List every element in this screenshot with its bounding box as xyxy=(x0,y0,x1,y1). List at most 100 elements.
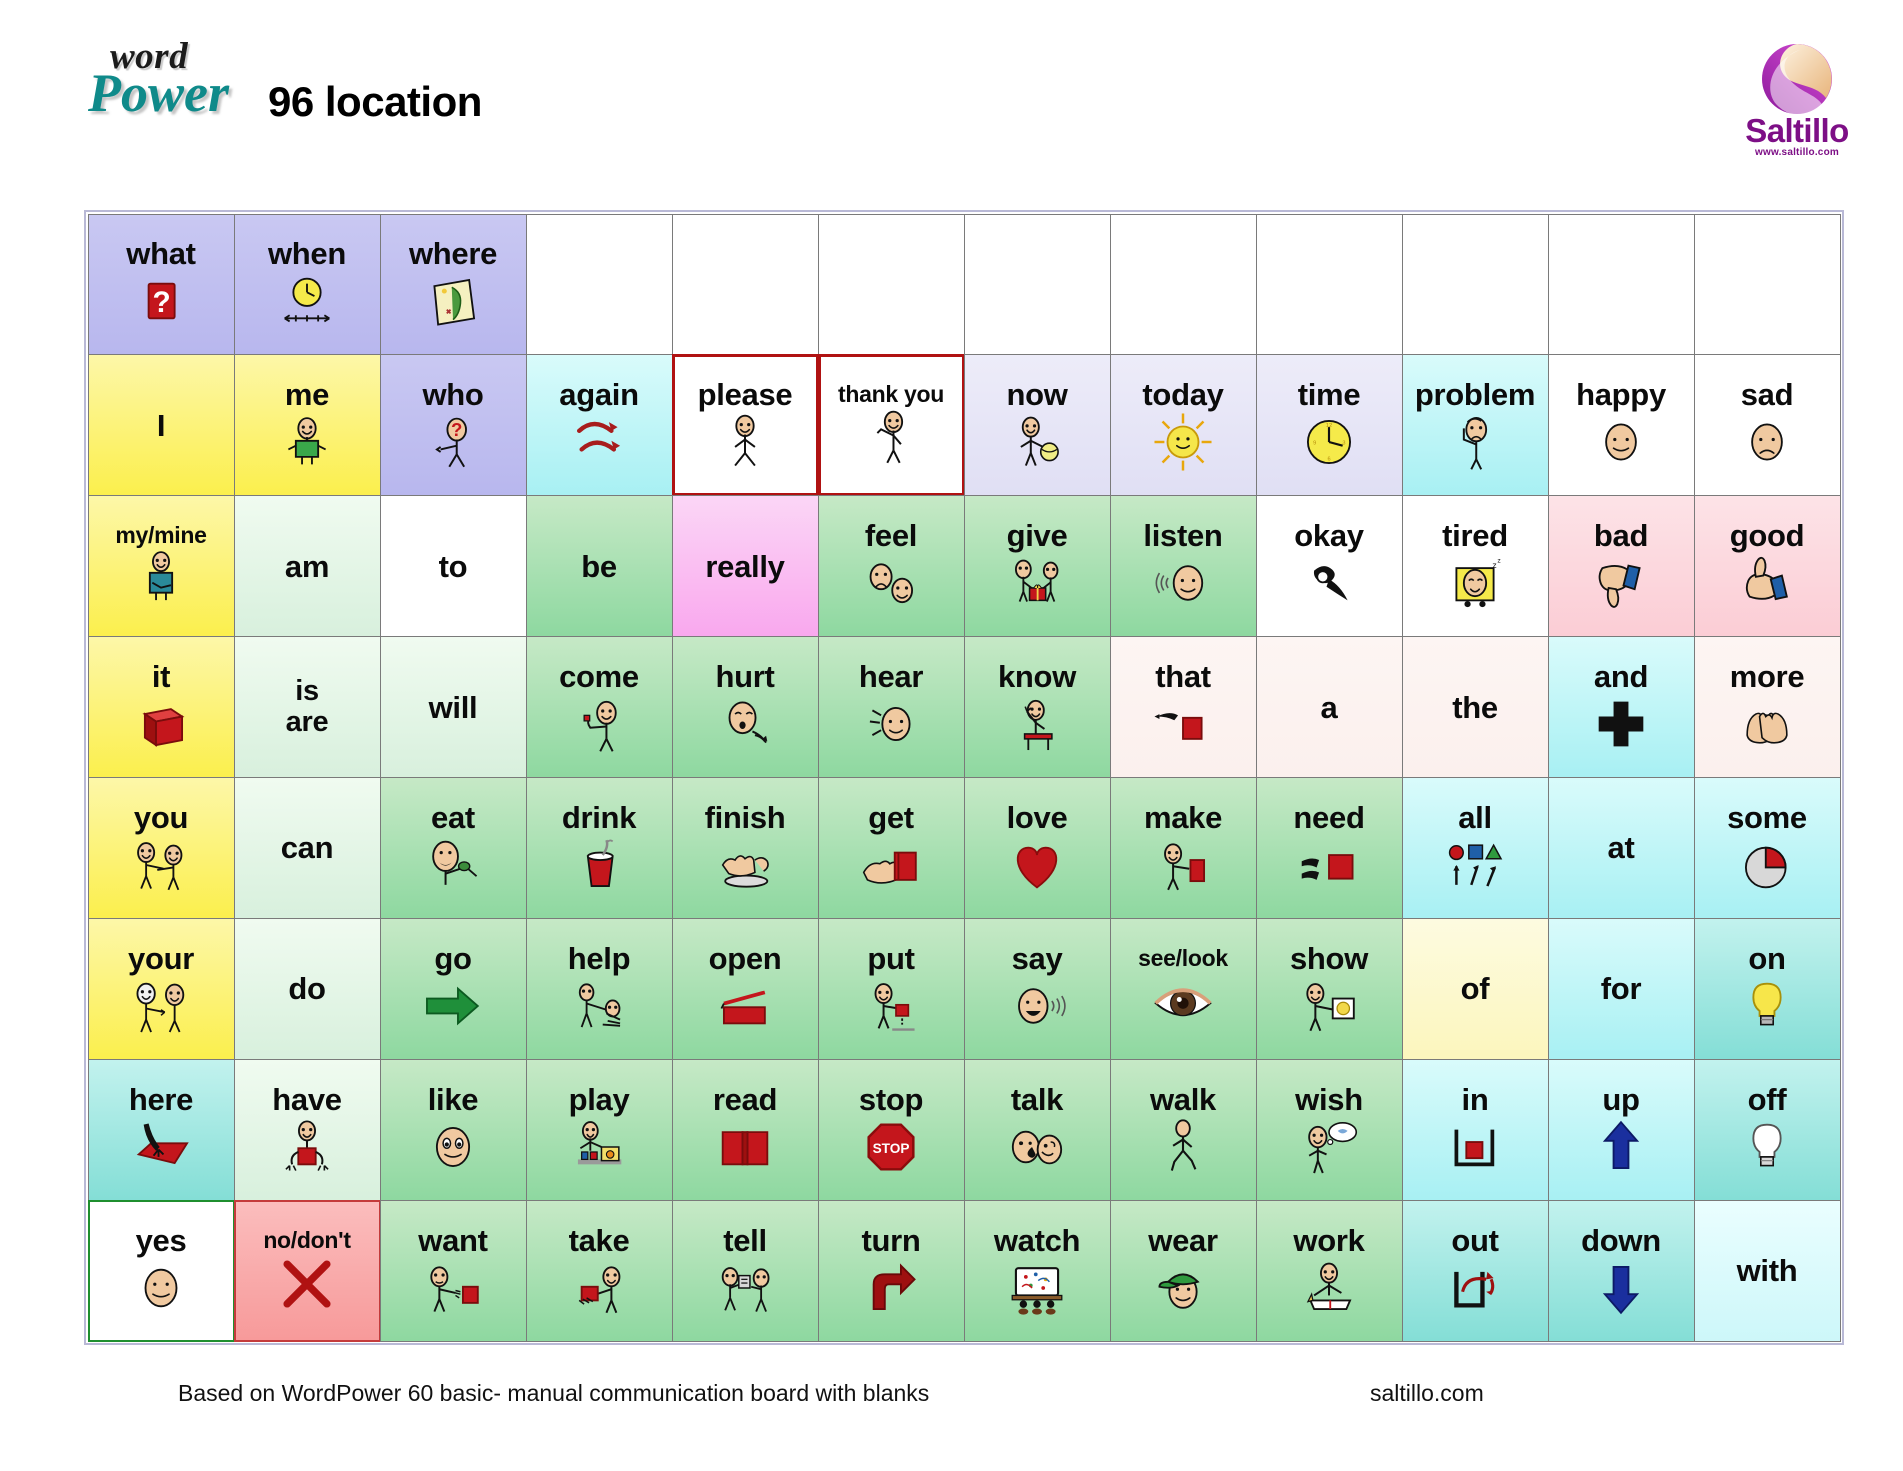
two-faces-talking-icon xyxy=(965,1116,1110,1178)
board-cell-at[interactable]: at xyxy=(1547,777,1695,919)
board-cell-will[interactable]: will xyxy=(379,636,527,778)
board-cell-good[interactable]: good xyxy=(1693,495,1841,638)
board-cell-listen[interactable]: listen xyxy=(1109,495,1257,638)
board-cell-love[interactable]: love xyxy=(963,777,1111,919)
board-cell-time[interactable]: time 12 3 6 9 xyxy=(1255,354,1403,497)
board-cell-with[interactable]: with xyxy=(1693,1199,1841,1342)
board-cell-wear[interactable]: wear xyxy=(1109,1199,1257,1342)
board-cell-open[interactable]: open xyxy=(671,917,819,1060)
board-cell-see-look[interactable]: see/look xyxy=(1109,917,1257,1060)
board-cell-feel[interactable]: feel xyxy=(817,495,965,638)
board-cell-for[interactable]: for xyxy=(1547,917,1695,1060)
board-cell-put[interactable]: put xyxy=(817,917,965,1060)
board-cell-when[interactable]: when xyxy=(233,213,381,356)
board-cell-show[interactable]: show xyxy=(1255,917,1403,1060)
board-cell-like[interactable]: like xyxy=(379,1058,527,1201)
board-cell-sad[interactable]: sad xyxy=(1693,354,1841,497)
board-cell-really[interactable]: really xyxy=(671,495,819,638)
board-cell-blank[interactable] xyxy=(671,213,819,356)
board-cell-tired[interactable]: tired z z xyxy=(1401,495,1549,638)
board-cell-give[interactable]: give xyxy=(963,495,1111,638)
board-cell-come[interactable]: come xyxy=(525,636,673,778)
board-cell-hurt[interactable]: hurt xyxy=(671,636,819,778)
board-cell-more[interactable]: more xyxy=(1693,636,1841,778)
board-cell-label: I xyxy=(156,407,166,443)
board-cell-finish[interactable]: finish xyxy=(671,777,819,919)
board-cell-play[interactable]: play xyxy=(525,1058,673,1201)
board-cell-now[interactable]: now xyxy=(963,354,1111,497)
board-cell-and[interactable]: and xyxy=(1547,636,1695,778)
board-cell-yes[interactable]: yes xyxy=(87,1199,235,1342)
board-cell-know[interactable]: know xyxy=(963,636,1111,778)
board-cell-again[interactable]: again xyxy=(525,354,673,497)
board-cell-read[interactable]: read xyxy=(671,1058,819,1201)
board-cell-to[interactable]: to xyxy=(379,495,527,638)
board-cell-have[interactable]: have xyxy=(233,1058,381,1201)
board-cell-label: help xyxy=(567,940,631,976)
board-cell-is-are[interactable]: is are xyxy=(233,636,381,778)
board-cell-blank[interactable] xyxy=(1109,213,1257,356)
board-cell-blank[interactable] xyxy=(1255,213,1403,356)
board-cell-my-mine[interactable]: my/mine xyxy=(87,495,235,638)
board-cell-walk[interactable]: walk xyxy=(1109,1058,1257,1201)
board-cell-in[interactable]: in xyxy=(1401,1058,1549,1201)
board-cell-blank[interactable] xyxy=(525,213,673,356)
board-cell-blank[interactable] xyxy=(1547,213,1695,356)
board-cell-of[interactable]: of xyxy=(1401,917,1549,1060)
board-cell-eat[interactable]: eat xyxy=(379,777,527,919)
board-cell-want[interactable]: want xyxy=(379,1199,527,1342)
board-cell-watch[interactable]: watch xyxy=(963,1199,1111,1342)
board-cell-say[interactable]: say xyxy=(963,917,1111,1060)
board-cell-problem[interactable]: problem xyxy=(1401,354,1549,497)
board-cell-do[interactable]: do xyxy=(233,917,381,1060)
board-cell-blank[interactable] xyxy=(1401,213,1549,356)
board-cell-happy[interactable]: happy xyxy=(1547,354,1695,497)
board-cell-it[interactable]: it xyxy=(87,636,235,778)
board-cell-here[interactable]: here xyxy=(87,1058,235,1201)
board-cell-me[interactable]: me xyxy=(233,354,381,497)
person-telling-person-icon xyxy=(673,1257,818,1319)
board-cell-out[interactable]: out xyxy=(1401,1199,1549,1342)
board-cell-can[interactable]: can xyxy=(233,777,381,919)
board-cell-go[interactable]: go xyxy=(379,917,527,1060)
board-cell-wish[interactable]: wish xyxy=(1255,1058,1403,1201)
board-cell-blank[interactable] xyxy=(817,213,965,356)
board-cell-stop[interactable]: stop STOP xyxy=(817,1058,965,1201)
board-cell-where[interactable]: where xyxy=(379,213,527,356)
board-cell-blank[interactable] xyxy=(963,213,1111,356)
board-cell-the[interactable]: the xyxy=(1401,636,1549,778)
board-cell-turn[interactable]: turn xyxy=(817,1199,965,1342)
board-cell-who[interactable]: who? xyxy=(379,354,527,497)
board-cell-thank-you[interactable]: thank you xyxy=(817,354,965,497)
board-cell-you[interactable]: you xyxy=(87,777,235,919)
board-cell-am[interactable]: am xyxy=(233,495,381,638)
board-cell-tell[interactable]: tell xyxy=(671,1199,819,1342)
board-cell-that[interactable]: that xyxy=(1109,636,1257,778)
board-cell-i[interactable]: I xyxy=(87,354,235,497)
board-cell-up[interactable]: up xyxy=(1547,1058,1695,1201)
board-cell-down[interactable]: down xyxy=(1547,1199,1695,1342)
board-cell-please[interactable]: please xyxy=(671,354,819,497)
board-cell-a[interactable]: a xyxy=(1255,636,1403,778)
board-cell-help[interactable]: help xyxy=(525,917,673,1060)
board-cell-today[interactable]: today xyxy=(1109,354,1257,497)
board-cell-get[interactable]: get xyxy=(817,777,965,919)
board-cell-drink[interactable]: drink xyxy=(525,777,673,919)
board-cell-what[interactable]: what? xyxy=(87,213,235,356)
board-cell-your[interactable]: your xyxy=(87,917,235,1060)
board-cell-no-don-t[interactable]: no/don't xyxy=(233,1199,381,1342)
board-cell-off[interactable]: off xyxy=(1693,1058,1841,1201)
board-cell-blank[interactable] xyxy=(1693,213,1841,356)
board-cell-hear[interactable]: hear xyxy=(817,636,965,778)
board-cell-work[interactable]: work xyxy=(1255,1199,1403,1342)
board-cell-make[interactable]: make xyxy=(1109,777,1257,919)
board-cell-take[interactable]: take xyxy=(525,1199,673,1342)
board-cell-on[interactable]: on xyxy=(1693,917,1841,1060)
board-cell-bad[interactable]: bad xyxy=(1547,495,1695,638)
board-cell-need[interactable]: need xyxy=(1255,777,1403,919)
board-cell-some[interactable]: some xyxy=(1693,777,1841,919)
board-cell-be[interactable]: be xyxy=(525,495,673,638)
board-cell-okay[interactable]: okay xyxy=(1255,495,1403,638)
board-cell-talk[interactable]: talk xyxy=(963,1058,1111,1201)
board-cell-all[interactable]: all xyxy=(1401,777,1549,919)
